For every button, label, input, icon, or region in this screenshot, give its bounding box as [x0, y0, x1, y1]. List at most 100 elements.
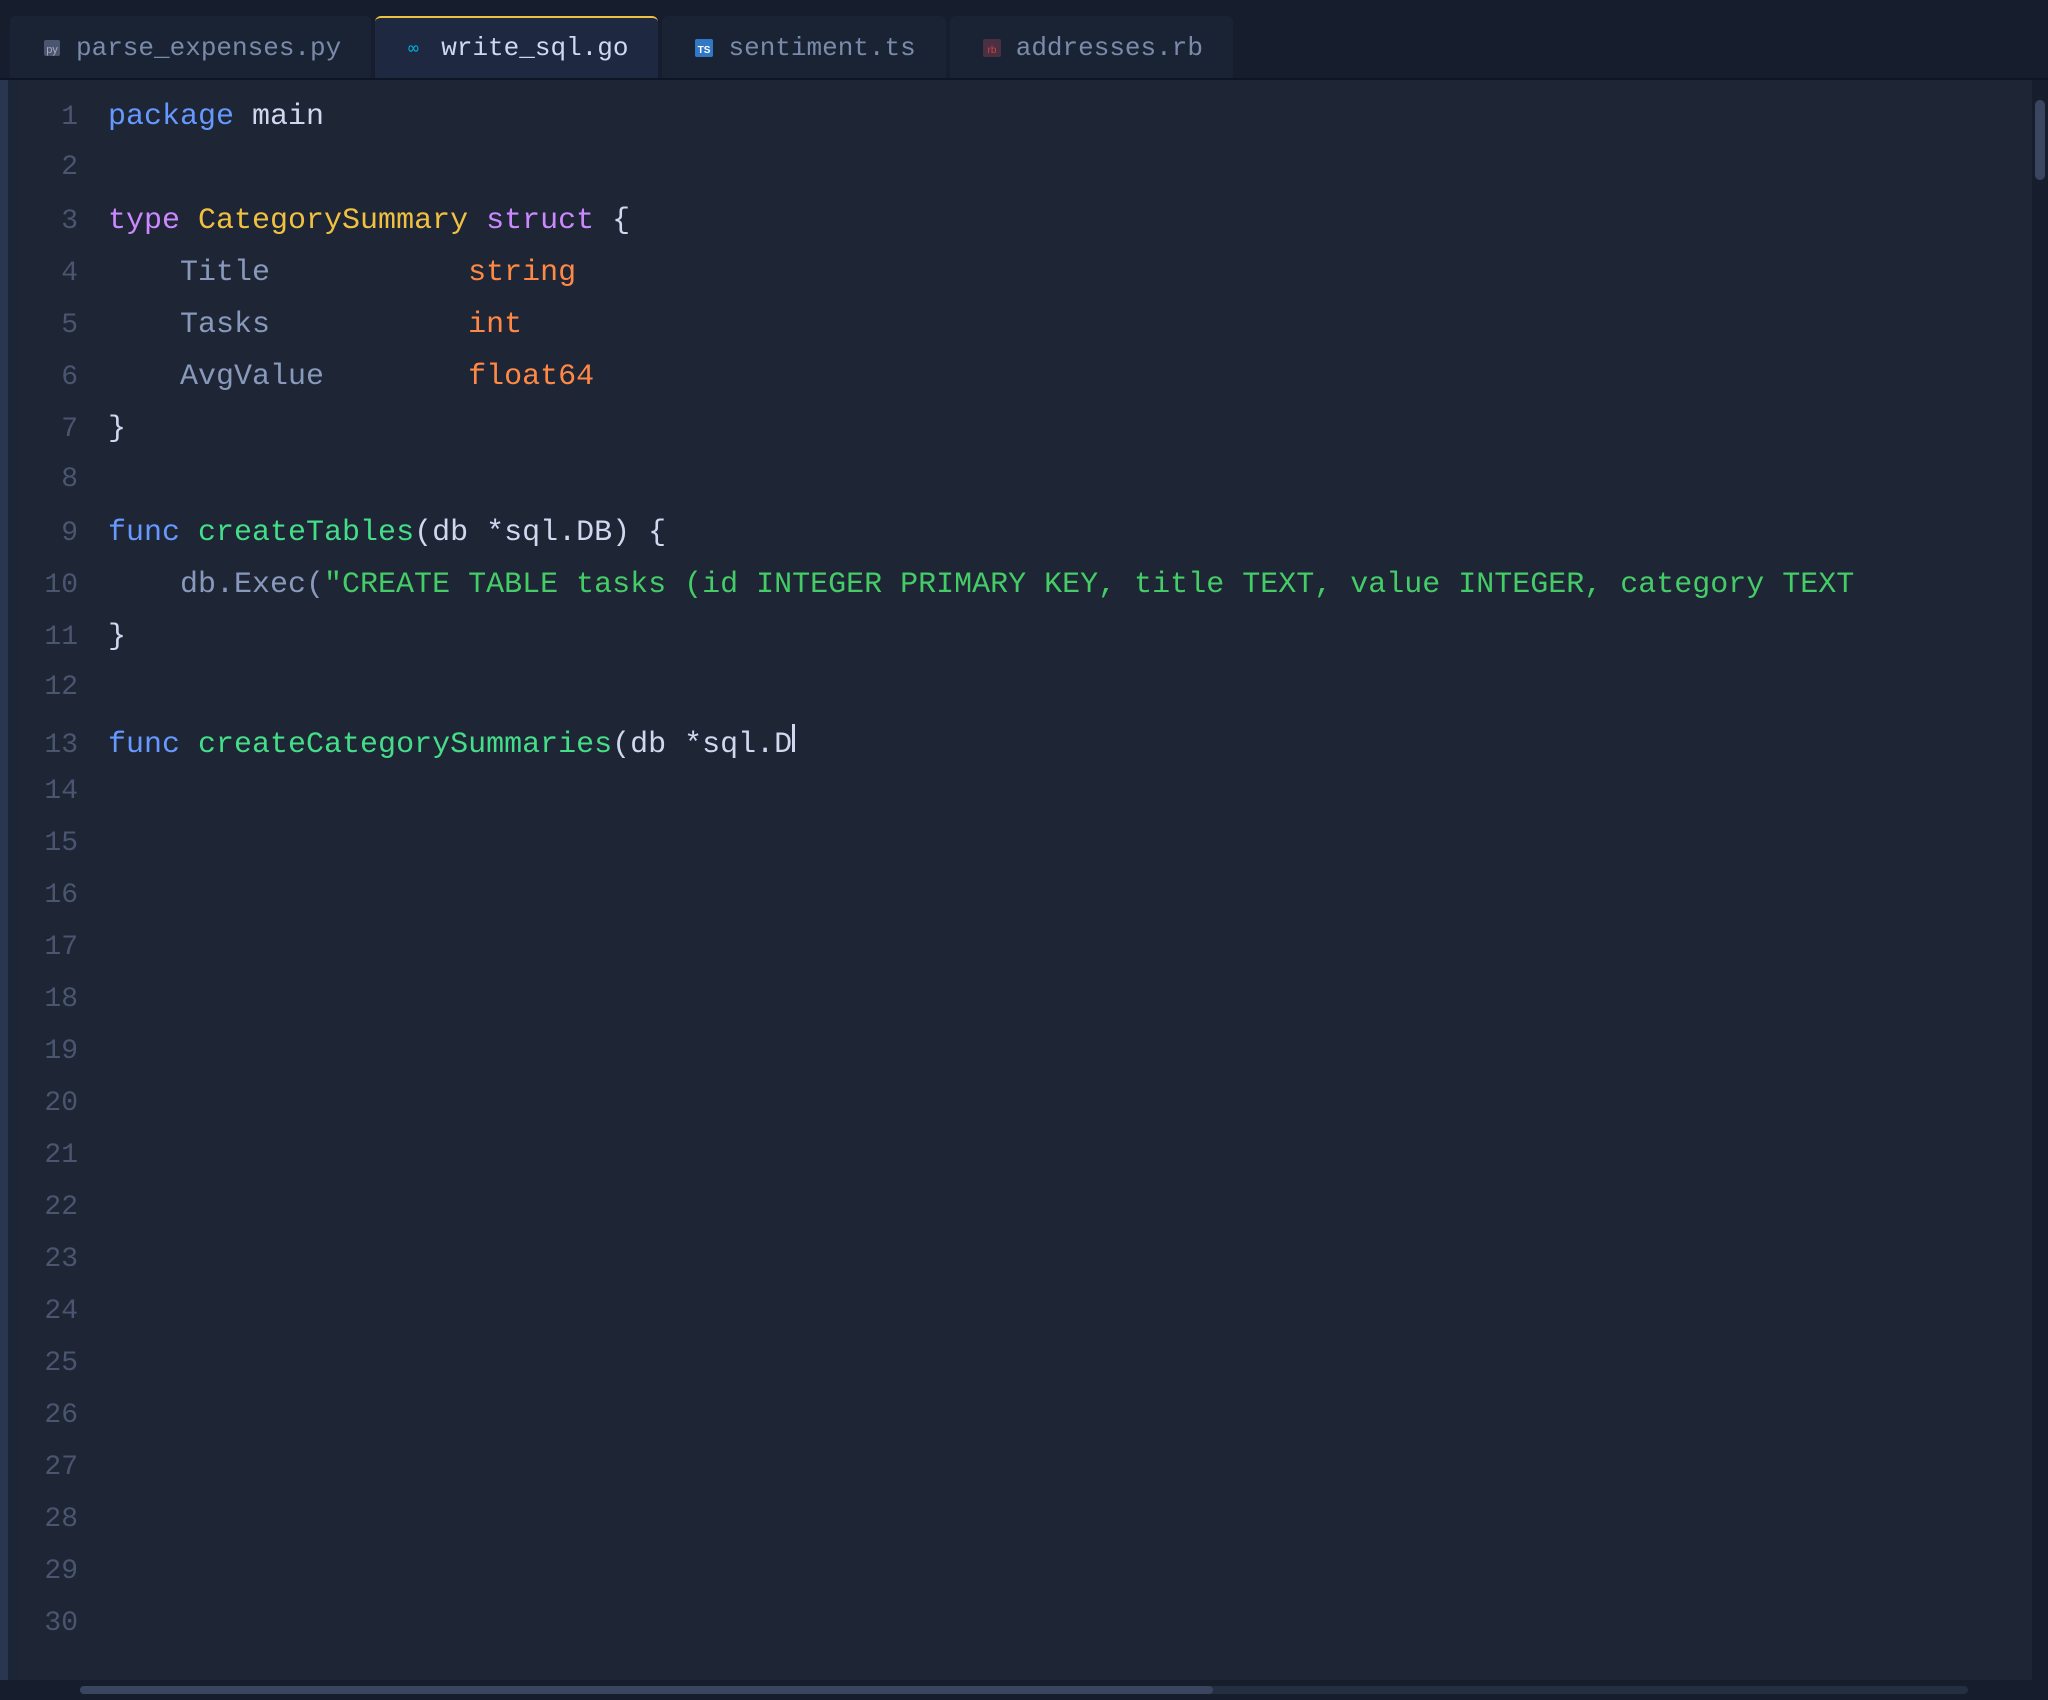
line-content-7: } [108, 412, 126, 446]
scrollbar-thumb-horizontal[interactable] [80, 1686, 1213, 1694]
line-num-26: 26 [38, 1400, 108, 1431]
token [324, 360, 468, 394]
tab-sentiment-label: sentiment.ts [728, 33, 915, 63]
token: main [252, 100, 324, 134]
tab-parse-expenses[interactable]: py parse_expenses.py [10, 16, 371, 78]
svg-text:∞: ∞ [408, 38, 419, 59]
editor-body: 1 package main 2 3 type CategorySummary … [0, 80, 2048, 1680]
code-line-12: 12 [18, 672, 2032, 724]
tab-addresses[interactable]: rb addresses.rb [950, 16, 1233, 78]
code-line-16: 16 [18, 880, 2032, 932]
code-line-7: 7 } [18, 412, 2032, 464]
token: } [108, 620, 126, 654]
line-content-9: func createTables(db *sql.DB) { [108, 516, 666, 550]
line-num-29: 29 [38, 1556, 108, 1587]
line-num-15: 15 [38, 828, 108, 859]
code-area[interactable]: 1 package main 2 3 type CategorySummary … [18, 80, 2032, 1680]
line-num-2: 2 [38, 152, 108, 183]
token: createCategorySummaries [198, 728, 612, 762]
line-num-17: 17 [38, 932, 108, 963]
code-line-11: 11 } [18, 620, 2032, 672]
code-line-17: 17 [18, 932, 2032, 984]
line-num-30: 30 [38, 1608, 108, 1639]
token [180, 516, 198, 550]
text-cursor [792, 724, 795, 752]
line-num-9: 9 [38, 518, 108, 549]
code-line-8: 8 [18, 464, 2032, 516]
line-num-28: 28 [38, 1504, 108, 1535]
line-num-1: 1 [38, 102, 108, 133]
token: createTables [198, 516, 414, 550]
line-num-3: 3 [38, 206, 108, 237]
token [270, 256, 468, 290]
token [270, 308, 468, 342]
code-line-2: 2 [18, 152, 2032, 204]
line-num-6: 6 [38, 362, 108, 393]
line-num-20: 20 [38, 1088, 108, 1119]
scrollbar-track-horizontal[interactable] [80, 1686, 1968, 1694]
line-content-10: db.Exec("CREATE TABLE tasks (id INTEGER … [108, 568, 1854, 602]
token: func [108, 728, 180, 762]
token [234, 100, 252, 134]
token: Title [108, 256, 270, 290]
token: package [108, 100, 234, 134]
line-num-4: 4 [38, 258, 108, 289]
token: { [594, 204, 630, 238]
token [180, 204, 198, 238]
go-icon: ∞ [405, 36, 429, 60]
left-border [0, 80, 8, 1680]
line-num-13: 13 [38, 730, 108, 761]
line-num-22: 22 [38, 1192, 108, 1223]
code-line-10: 10 db.Exec("CREATE TABLE tasks (id INTEG… [18, 568, 2032, 620]
code-line-27: 27 [18, 1452, 2032, 1504]
line-num-19: 19 [38, 1036, 108, 1067]
code-line-22: 22 [18, 1192, 2032, 1244]
code-line-15: 15 [18, 828, 2032, 880]
line-num-12: 12 [38, 672, 108, 703]
code-line-23: 23 [18, 1244, 2032, 1296]
token: string [468, 256, 576, 290]
token: int [468, 308, 522, 342]
token: struct [486, 204, 594, 238]
token: CategorySummary [198, 204, 468, 238]
line-num-7: 7 [38, 414, 108, 445]
svg-text:py: py [46, 44, 58, 56]
scrollbar-thumb[interactable] [2035, 100, 2045, 180]
ts-icon: TS [692, 36, 716, 60]
tab-sentiment[interactable]: TS sentiment.ts [662, 16, 945, 78]
line-content-1: package main [108, 100, 324, 134]
code-line-4: 4 Title string [18, 256, 2032, 308]
code-line-21: 21 [18, 1140, 2032, 1192]
vertical-scrollbar[interactable] [2032, 80, 2048, 1680]
gutter [8, 80, 18, 1680]
tab-bar: py parse_expenses.py ∞ write_sql.go TS s… [0, 0, 2048, 80]
tab-addresses-label: addresses.rb [1016, 33, 1203, 63]
code-line-9: 9 func createTables(db *sql.DB) { [18, 516, 2032, 568]
token: db.Exec( [108, 568, 324, 602]
code-line-20: 20 [18, 1088, 2032, 1140]
line-num-16: 16 [38, 880, 108, 911]
line-num-23: 23 [38, 1244, 108, 1275]
editor-container: py parse_expenses.py ∞ write_sql.go TS s… [0, 0, 2048, 1700]
tab-parse-expenses-label: parse_expenses.py [76, 33, 341, 63]
code-line-26: 26 [18, 1400, 2032, 1452]
line-num-27: 27 [38, 1452, 108, 1483]
token: float64 [468, 360, 594, 394]
bottom-scrollbar[interactable] [0, 1680, 2048, 1700]
line-num-18: 18 [38, 984, 108, 1015]
line-content-3: type CategorySummary struct { [108, 204, 630, 238]
line-num-24: 24 [38, 1296, 108, 1327]
rb-icon: rb [980, 36, 1004, 60]
line-num-21: 21 [38, 1140, 108, 1171]
line-num-10: 10 [38, 570, 108, 601]
code-line-24: 24 [18, 1296, 2032, 1348]
code-line-13: 13 func createCategorySummaries(db *sql.… [18, 724, 2032, 776]
token [180, 728, 198, 762]
code-line-29: 29 [18, 1556, 2032, 1608]
code-line-6: 6 AvgValue float64 [18, 360, 2032, 412]
tab-write-sql[interactable]: ∞ write_sql.go [375, 16, 658, 78]
line-num-5: 5 [38, 310, 108, 341]
code-line-5: 5 Tasks int [18, 308, 2032, 360]
code-line-19: 19 [18, 1036, 2032, 1088]
line-content-5: Tasks int [108, 308, 522, 342]
